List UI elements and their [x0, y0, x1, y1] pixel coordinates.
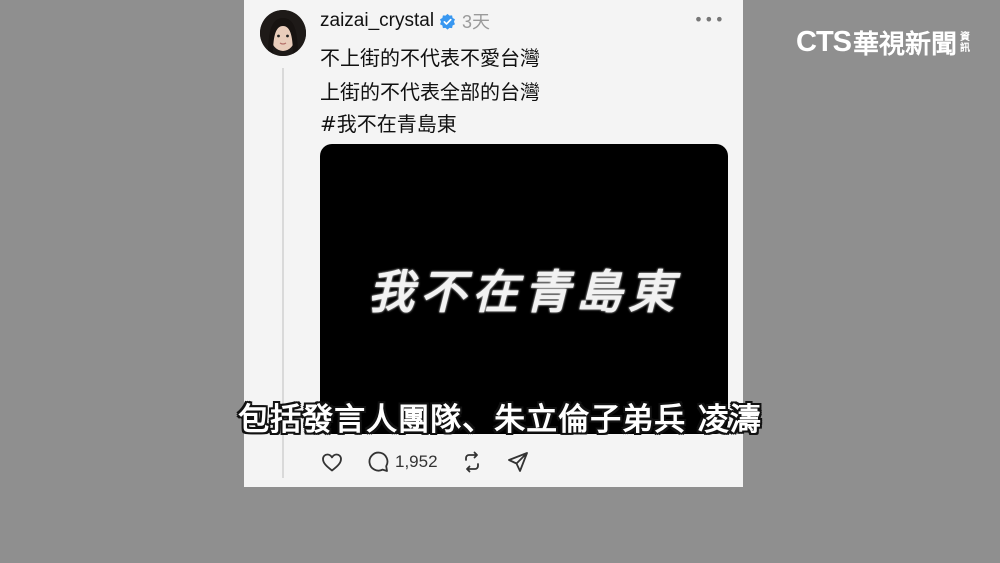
- username[interactable]: zaizai_crystal: [320, 10, 434, 32]
- cts-news-logo: CTS 華視新聞 資訊: [796, 24, 972, 61]
- post-actions: 1,952: [320, 450, 552, 474]
- like-button[interactable]: [320, 450, 344, 474]
- post-header: zaizai_crystal 3天: [320, 8, 490, 34]
- comment-icon: [368, 451, 389, 472]
- post-text-line-1: 不上街的不代表不愛台灣: [320, 46, 540, 70]
- avatar[interactable]: [260, 10, 306, 56]
- logo-small-text: 資訊: [960, 31, 971, 54]
- post-time: 3天: [462, 12, 491, 32]
- news-subtitle: 包括發言人團隊、朱立倫子弟兵 凌濤: [238, 402, 762, 438]
- more-options-icon[interactable]: •••: [694, 10, 725, 29]
- media-caption-text: 我不在青島東: [368, 265, 680, 319]
- post-hashtag[interactable]: #我不在青島東: [320, 108, 457, 137]
- logo-chinese-text: 華視新聞: [853, 30, 958, 60]
- heart-icon: [322, 453, 342, 472]
- post-text-line-2: 上街的不代表全部的台灣: [320, 80, 540, 104]
- repost-icon: [464, 451, 479, 473]
- comment-button[interactable]: 1,952: [366, 450, 438, 474]
- share-button[interactable]: [506, 450, 530, 474]
- comment-count: 1,952: [395, 452, 438, 471]
- post-media-image[interactable]: 我不在青島東: [320, 144, 728, 434]
- send-icon: [507, 452, 528, 472]
- logo-cts-text: CTS: [796, 26, 852, 58]
- repost-button[interactable]: [460, 450, 484, 474]
- verified-badge-icon: [440, 13, 456, 30]
